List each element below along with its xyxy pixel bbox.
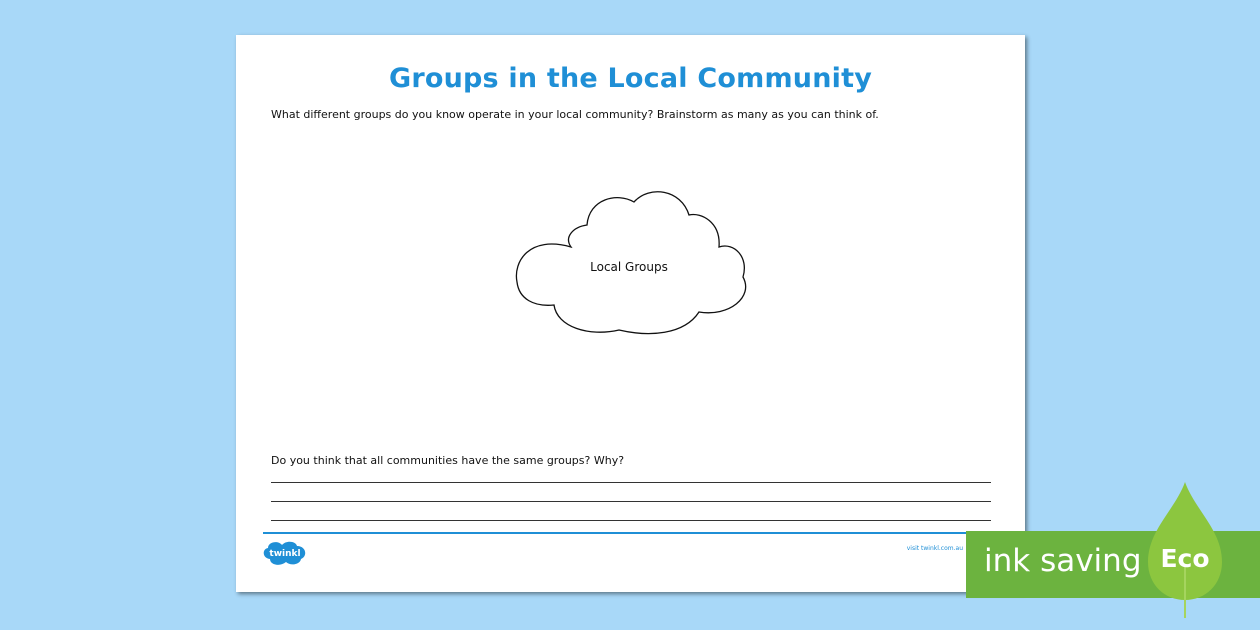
- ink-saving-label: ink saving: [984, 543, 1142, 579]
- footer-rule: [263, 532, 998, 534]
- twinkl-logo: twinkl: [263, 541, 306, 565]
- worksheet-title: Groups in the Local Community: [388, 63, 873, 94]
- cloud-label: Local Groups: [590, 260, 668, 274]
- answer-line[interactable]: [271, 501, 991, 502]
- answer-line[interactable]: [271, 520, 991, 521]
- brainstorm-prompt: What different groups do you know operat…: [271, 108, 879, 121]
- logo-text: twinkl: [269, 549, 300, 559]
- eco-label: Eco: [1160, 544, 1210, 573]
- answer-line[interactable]: [271, 482, 991, 483]
- community-question: Do you think that all communities have t…: [271, 454, 625, 467]
- worksheet-page: Groups in the Local Community What diffe…: [236, 35, 1025, 592]
- footer-url: visit twinkl.com.au: [906, 545, 963, 552]
